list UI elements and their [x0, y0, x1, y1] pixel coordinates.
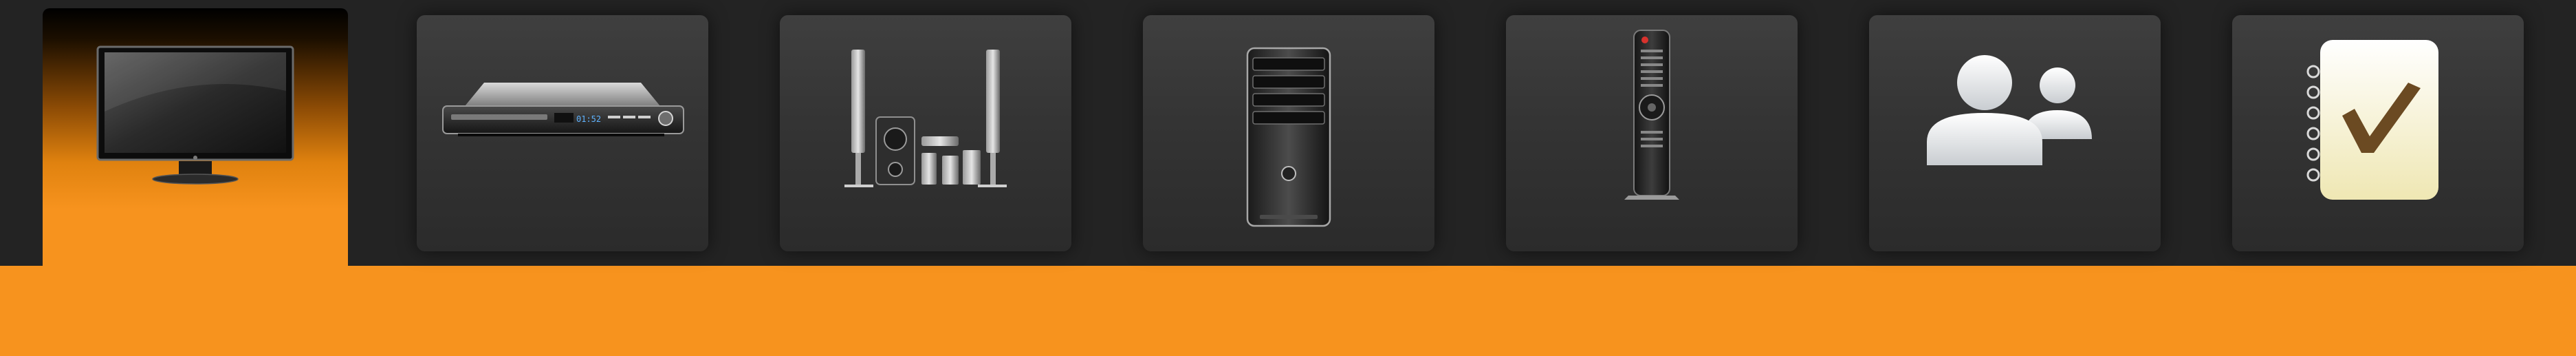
- menu-item-checklist[interactable]: [2232, 15, 2524, 251]
- menu-item-remote-control[interactable]: [1506, 15, 1798, 251]
- accent-bar: [0, 266, 2576, 356]
- monitor-icon: [96, 45, 294, 185]
- dvd-player-icon: 01:52: [442, 83, 684, 136]
- home-theater-speakers-icon: [844, 50, 1007, 187]
- device-menu: 01:52: [0, 0, 2576, 356]
- menu-item-users[interactable]: [1869, 15, 2161, 251]
- menu-item-monitor[interactable]: [43, 8, 348, 266]
- remote-control-icon: [1624, 30, 1679, 200]
- menu-item-dvd-player[interactable]: 01:52: [417, 15, 708, 251]
- menu-item-home-theater[interactable]: [780, 15, 1071, 251]
- users-icon: [1927, 55, 2092, 165]
- pc-tower-icon: [1246, 47, 1331, 227]
- menu-item-pc-tower[interactable]: [1143, 15, 1434, 251]
- dvd-display-text: 01:52: [576, 114, 601, 124]
- checklist-notepad-icon: [2306, 40, 2438, 200]
